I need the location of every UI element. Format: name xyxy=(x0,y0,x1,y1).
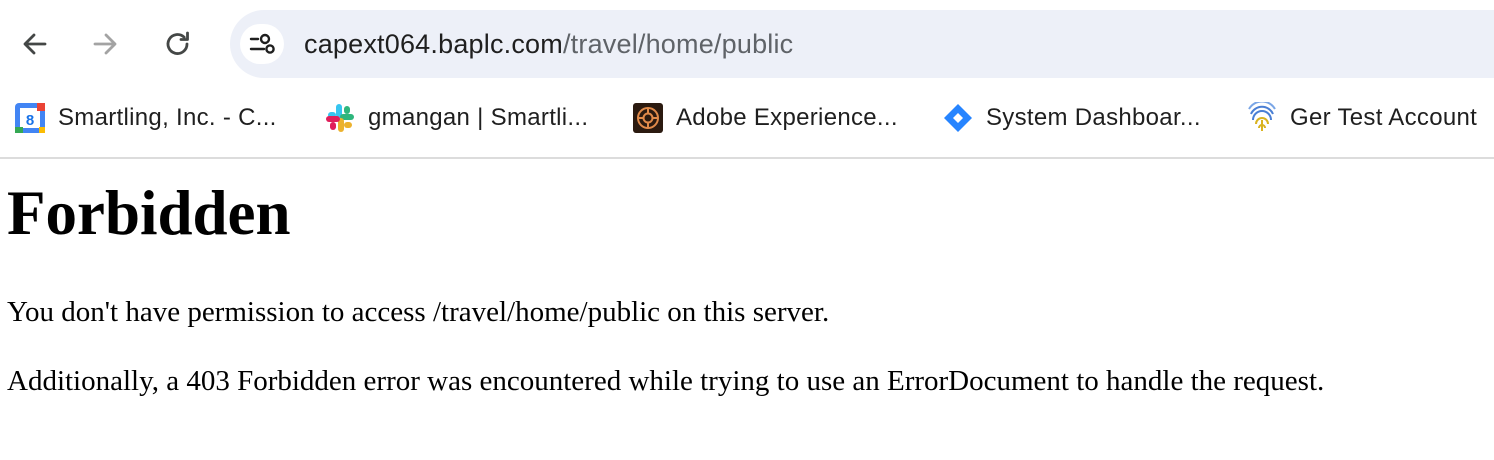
google-calendar-icon: 8 xyxy=(14,102,46,134)
bookmark-smartling-calendar[interactable]: 8 Smartling, Inc. - C... xyxy=(14,100,277,136)
bookmark-label: Ger Test Account xyxy=(1290,104,1478,131)
reload-icon xyxy=(166,31,189,55)
fingerprint-icon xyxy=(1246,102,1278,134)
browser-chrome: capext064.baplc.com/travel/home/public 8… xyxy=(0,0,1494,159)
site-info-button[interactable] xyxy=(240,24,284,64)
bookmark-label: Smartling, Inc. - C... xyxy=(58,104,277,131)
bookmarks-bar: 8 Smartling, Inc. - C... gmangan | Smart… xyxy=(0,92,1494,144)
bookmark-slack[interactable]: gmangan | Smartli... xyxy=(324,100,588,136)
slack-icon xyxy=(324,102,356,134)
page-title: Forbidden xyxy=(7,178,291,248)
tune-icon xyxy=(249,33,275,54)
reload-button[interactable] xyxy=(158,24,198,64)
browser-toolbar: capext064.baplc.com/travel/home/public xyxy=(0,0,1494,88)
url-text[interactable]: capext064.baplc.com/travel/home/public xyxy=(304,28,793,60)
url-host: capext064.baplc.com xyxy=(304,29,563,59)
arrow-right-icon xyxy=(93,33,117,55)
bookmark-label: Adobe Experience... xyxy=(676,104,898,131)
jira-icon xyxy=(942,102,974,134)
bookmark-adobe-experience[interactable]: Adobe Experience... xyxy=(632,100,898,136)
adobe-experience-icon xyxy=(632,102,664,134)
forward-button[interactable] xyxy=(85,24,125,64)
error-detail: Additionally, a 403 Forbidden error was … xyxy=(7,365,1325,397)
arrow-left-icon xyxy=(23,33,47,55)
bookmark-ger-test-account[interactable]: Ger Test Account xyxy=(1246,100,1477,136)
bookmark-label: gmangan | Smartli... xyxy=(368,104,589,131)
back-button[interactable] xyxy=(15,24,55,64)
bookmark-label: System Dashboar... xyxy=(986,104,1201,131)
svg-text:8: 8 xyxy=(26,112,34,129)
address-bar[interactable]: capext064.baplc.com/travel/home/public xyxy=(230,10,1494,78)
page-content: Forbidden You don't have permission to a… xyxy=(0,159,1494,460)
bookmark-system-dashboard[interactable]: System Dashboar... xyxy=(942,100,1201,136)
error-message: You don't have permission to access /tra… xyxy=(7,296,830,328)
url-path: /travel/home/public xyxy=(562,29,794,59)
